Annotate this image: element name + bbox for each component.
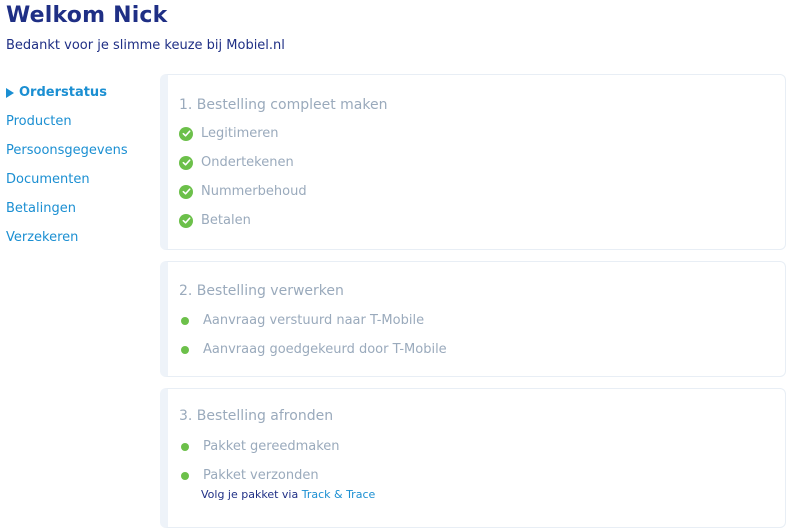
sidebar-item-persoonsgegevens[interactable]: Persoonsgegevens [6, 136, 156, 165]
caret-right-icon [6, 87, 14, 98]
sidebar-item-producten[interactable]: Producten [6, 107, 156, 136]
status-step: Betalen [179, 213, 251, 228]
status-dot-icon [181, 316, 189, 325]
step-label: Ondertekenen [201, 155, 294, 170]
status-step: Aanvraag verstuurd naar T-Mobile [179, 313, 424, 328]
step-label: Pakket verzonden [203, 468, 319, 483]
check-circle-icon [179, 126, 193, 141]
status-dot-icon [181, 345, 189, 354]
sidebar-item-verzekeren[interactable]: Verzekeren [6, 223, 156, 252]
check-circle-icon [179, 184, 193, 199]
step-label: Aanvraag goedgekeurd door T-Mobile [203, 342, 447, 357]
order-step-card-3: 3. Bestelling afronden Pakket gereedmake… [160, 388, 786, 528]
sidebar-item-documenten[interactable]: Documenten [6, 165, 156, 194]
step-label: Betalen [201, 213, 251, 228]
step-label: Nummerbehoud [201, 184, 307, 199]
step-label: Legitimeren [201, 126, 279, 141]
track-trace-note: Volg je pakket via Track & Trace [201, 488, 375, 501]
status-step: Pakket gereedmaken [179, 439, 340, 454]
status-step: Ondertekenen [179, 155, 294, 170]
check-circle-icon [179, 155, 193, 170]
track-trace-link[interactable]: Track & Trace [302, 488, 376, 501]
status-step: Pakket verzonden [179, 468, 319, 483]
check-circle-icon [179, 213, 193, 228]
step-label: Aanvraag verstuurd naar T-Mobile [203, 313, 425, 328]
order-step-card-1: 1. Bestelling compleet maken Legitimeren… [160, 74, 786, 250]
status-step: Aanvraag goedgekeurd door T-Mobile [179, 342, 447, 357]
section-title: 1. Bestelling compleet maken [179, 97, 388, 113]
section-title: 3. Bestelling afronden [179, 408, 334, 424]
status-step: Legitimeren [179, 126, 279, 141]
sidebar-item-orderstatus[interactable]: Orderstatus [6, 78, 156, 107]
status-dot-icon [181, 442, 189, 451]
sidebar-nav: Orderstatus Producten Persoonsgegevens D… [6, 78, 156, 252]
section-title: 2. Bestelling verwerken [179, 283, 344, 299]
page-title: Welkom Nick [6, 3, 168, 28]
status-dot-icon [181, 471, 189, 480]
sidebar-item-betalingen[interactable]: Betalingen [6, 194, 156, 223]
page-subtitle: Bedankt voor je slimme keuze bij Mobiel.… [6, 38, 285, 53]
sidebar-item-label: Orderstatus [19, 85, 107, 100]
status-step: Nummerbehoud [179, 184, 307, 199]
note-text: Volg je pakket via [201, 488, 299, 501]
order-step-card-2: 2. Bestelling verwerken Aanvraag verstuu… [160, 261, 786, 377]
step-label: Pakket gereedmaken [203, 439, 340, 454]
